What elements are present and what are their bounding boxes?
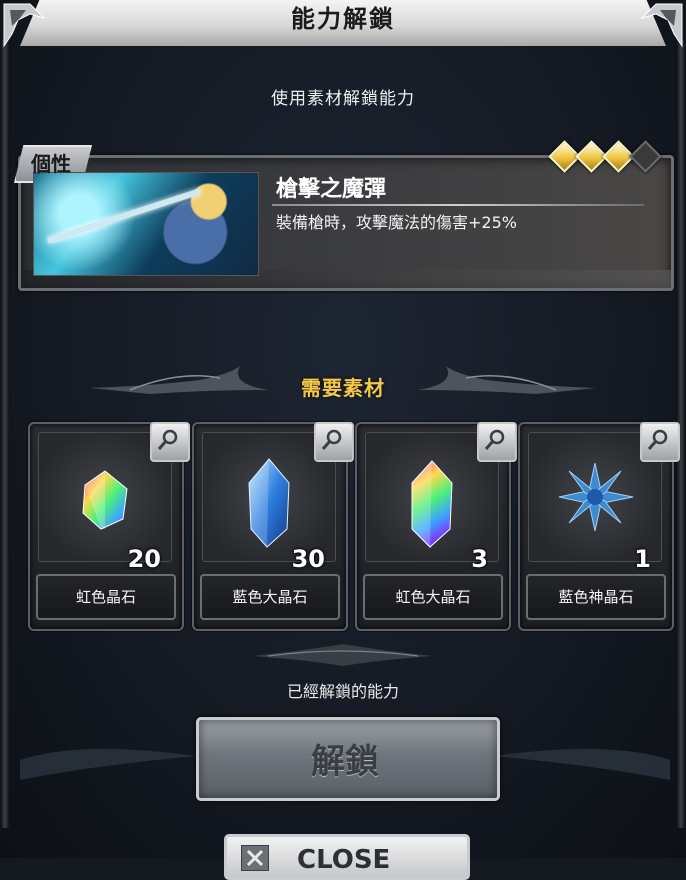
material-label-box: 藍色大晶石 <box>200 574 340 620</box>
magnify-button[interactable] <box>477 422 517 462</box>
magnifier-icon <box>321 429 342 450</box>
ability-name: 槍擊之魔彈 <box>276 177 387 202</box>
material-label-box: 藍色神晶石 <box>526 574 666 620</box>
ability-name-divider <box>272 204 644 206</box>
unlock-button[interactable]: 解鎖 <box>196 717 500 801</box>
page-title: 能力解鎖 <box>291 5 395 33</box>
material-name: 虹色大晶石 <box>395 588 471 606</box>
magnify-button[interactable] <box>150 422 190 462</box>
magnify-button[interactable] <box>314 422 354 462</box>
ability-tag-label: 個性 <box>31 152 71 176</box>
character-portrait <box>33 172 259 276</box>
material-name: 虹色晶石 <box>75 588 136 606</box>
divider-ornament-icon <box>253 644 433 666</box>
left-frame-border <box>0 40 10 828</box>
material-name: 藍色神晶石 <box>558 588 634 606</box>
material-name: 藍色大晶石 <box>232 588 308 606</box>
material-card-2[interactable]: 30 藍色大晶石 <box>192 422 354 631</box>
unlock-button-label: 解鎖 <box>311 742 379 782</box>
close-button-label: CLOSE <box>297 845 391 875</box>
material-label-box: 虹色大晶石 <box>363 574 503 620</box>
material-count: 20 <box>127 545 161 573</box>
magnifier-icon <box>157 429 178 450</box>
bottom-ornament-right-icon <box>494 748 670 780</box>
close-button[interactable]: CLOSE <box>224 834 470 880</box>
material-card-3[interactable]: 3 虹色大晶石 <box>355 422 517 631</box>
material-card-4[interactable]: 1 藍色神晶石 <box>518 422 680 631</box>
bottom-ornament-left-icon <box>20 748 196 780</box>
unlocked-abilities-label: 已經解鎖的能力 <box>286 682 399 701</box>
material-count: 3 <box>471 545 488 573</box>
close-icon <box>241 845 269 871</box>
ability-description: 裝備槍時，攻擊魔法的傷害+25% <box>276 213 517 232</box>
material-count: 1 <box>634 545 651 573</box>
material-count: 30 <box>291 545 325 573</box>
magnifier-icon <box>484 429 505 450</box>
subtitle: 使用素材解鎖能力 <box>271 89 415 109</box>
ability-rank <box>548 140 662 173</box>
rank-diamond-empty-icon <box>629 140 662 173</box>
materials-section-title: 需要素材 <box>301 376 385 400</box>
magnify-button[interactable] <box>640 422 680 462</box>
material-card-1[interactable]: 20 虹色晶石 <box>28 422 190 631</box>
magnifier-icon <box>647 429 668 450</box>
material-label-box: 虹色晶石 <box>36 574 176 620</box>
